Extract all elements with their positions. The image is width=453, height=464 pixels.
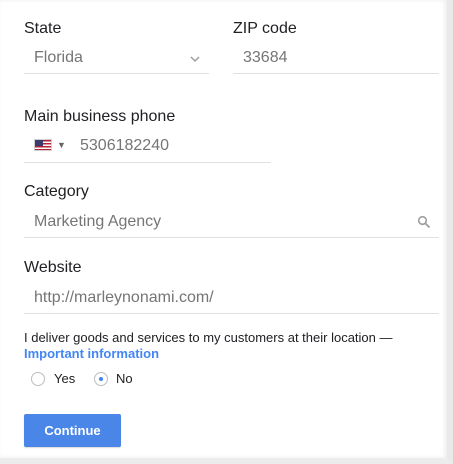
country-caret-icon[interactable]: ▼	[57, 140, 66, 150]
us-flag-icon[interactable]	[34, 139, 52, 151]
zip-label: ZIP code	[233, 20, 297, 37]
continue-button[interactable]: Continue	[24, 414, 121, 447]
search-icon[interactable]	[417, 215, 431, 229]
category-underline	[24, 237, 439, 238]
zip-input[interactable]: 33684	[243, 49, 288, 67]
delivery-question: I deliver goods and services to my custo…	[24, 330, 434, 362]
important-information-link[interactable]: Important information	[24, 346, 159, 361]
delivery-question-text: I deliver goods and services to my custo…	[24, 330, 393, 345]
business-info-form: State Florida ZIP code 33684 Main busine…	[0, 0, 453, 464]
state-label: State	[24, 20, 62, 37]
radio-no-label: No	[116, 371, 133, 386]
radio-yes[interactable]	[31, 372, 45, 386]
website-underline	[24, 313, 439, 314]
website-label: Website	[24, 259, 82, 276]
state-select-value[interactable]: Florida	[34, 49, 83, 67]
category-input[interactable]: Marketing Agency	[34, 213, 161, 231]
zip-underline	[233, 73, 439, 74]
phone-underline	[24, 162, 271, 163]
phone-input[interactable]: 5306182240	[80, 137, 169, 155]
chevron-down-icon[interactable]	[188, 52, 202, 66]
radio-no[interactable]	[94, 372, 108, 386]
category-label: Category	[24, 183, 89, 200]
phone-label: Main business phone	[24, 108, 176, 125]
state-underline	[24, 73, 209, 74]
radio-selected-dot	[99, 377, 103, 381]
radio-yes-label: Yes	[54, 371, 76, 386]
website-input[interactable]: http://marleynonami.com/	[34, 289, 214, 307]
